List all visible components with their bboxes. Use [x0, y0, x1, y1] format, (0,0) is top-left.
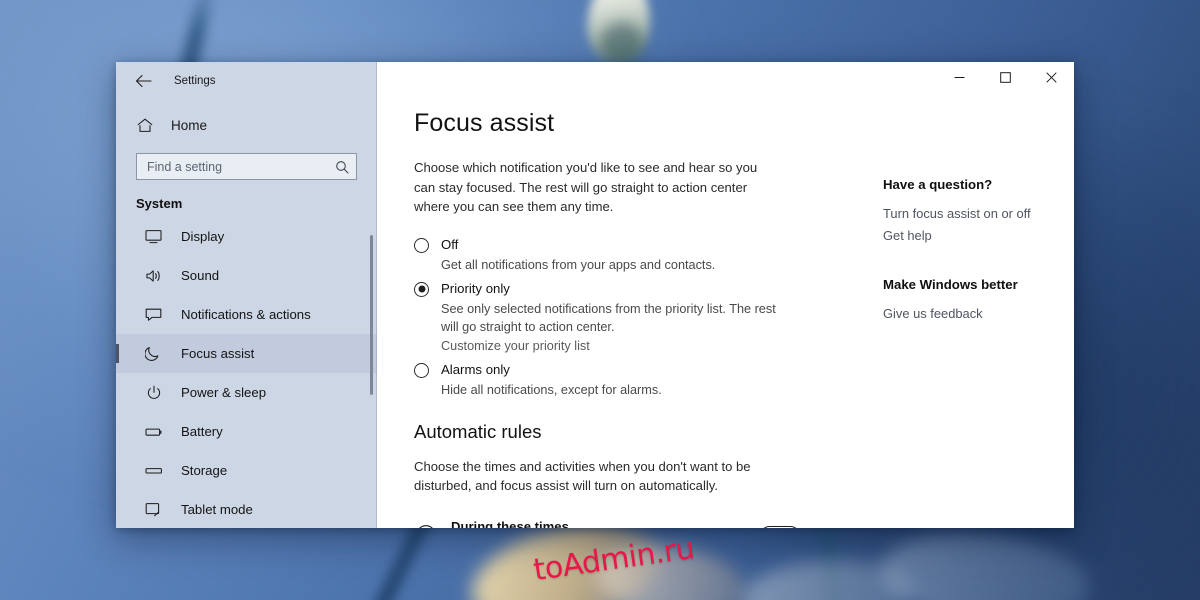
- radio-option-alarms-only[interactable]: Alarms only Hide all notifications, exce…: [414, 361, 847, 399]
- sidebar-item-label: Power & sleep: [181, 385, 267, 400]
- radio-option-priority-only[interactable]: Priority only See only selected notifica…: [414, 280, 847, 355]
- storage-icon: [144, 461, 163, 480]
- radio-description: Hide all notifications, except for alarm…: [441, 382, 662, 397]
- window-title: Settings: [174, 75, 216, 87]
- sidebar-group-title: System: [136, 196, 183, 211]
- settings-window: Settings Home Find a setting System Disp…: [116, 62, 1074, 528]
- speaker-icon: [144, 266, 163, 285]
- radio-description: See only selected notifications from the…: [441, 301, 776, 334]
- sidebar-item-tablet-mode[interactable]: Tablet mode: [116, 490, 377, 528]
- clock-icon: [414, 524, 437, 528]
- sidebar-item-label: Storage: [181, 463, 228, 478]
- sidebar-item-sound[interactable]: Sound: [116, 256, 377, 295]
- radio-indicator: [414, 237, 429, 253]
- power-icon: [144, 383, 163, 402]
- back-arrow-icon[interactable]: [134, 72, 152, 90]
- help-link-get-help[interactable]: Get help: [883, 225, 1074, 247]
- main-pane: Focus assist Choose which notification y…: [377, 62, 1074, 528]
- maximize-button[interactable]: [982, 62, 1028, 93]
- help-link-give-feedback[interactable]: Give us feedback: [883, 303, 1074, 325]
- customize-priority-list-link[interactable]: Customize your priority list: [441, 337, 590, 355]
- radio-indicator: [414, 281, 429, 297]
- window-controls: [377, 62, 1074, 100]
- sidebar-nav: Display Sound Notifications & actions Fo…: [116, 217, 377, 528]
- sidebar-scrollbar[interactable]: [370, 235, 373, 395]
- close-button[interactable]: [1028, 62, 1074, 93]
- radio-label: Priority only: [441, 280, 510, 296]
- help-better-heading: Make Windows better: [883, 277, 1018, 292]
- sidebar-item-notifications-actions[interactable]: Notifications & actions: [116, 295, 377, 334]
- help-question-heading: Have a question?: [883, 177, 993, 192]
- window-titlebar-left: Settings: [116, 62, 377, 100]
- help-link-turn-focus-assist[interactable]: Turn focus assist on or off: [883, 203, 1074, 225]
- sidebar-item-label: Tablet mode: [181, 502, 253, 517]
- wallpaper-flower-shade: [600, 22, 644, 66]
- toggle-state-label: Off: [812, 528, 829, 529]
- radio-label: Off: [441, 236, 459, 252]
- radio-label: Alarms only: [441, 361, 510, 377]
- main-content: Focus assist Choose which notification y…: [377, 100, 1074, 528]
- notification-icon: [144, 305, 163, 324]
- page-description: Choose which notification you'd like to …: [414, 160, 758, 214]
- rule-title: During these times: [451, 518, 569, 529]
- sidebar-item-storage[interactable]: Storage: [116, 451, 377, 490]
- automatic-rules-description: Choose the times and activities when you…: [414, 458, 751, 494]
- sidebar-item-battery[interactable]: Battery: [116, 412, 377, 451]
- sidebar-item-label: Focus assist: [181, 346, 255, 361]
- moon-icon: [144, 344, 163, 363]
- sidebar-item-focus-assist[interactable]: Focus assist: [116, 334, 377, 373]
- tablet-icon: [144, 500, 163, 519]
- page-title: Focus assist: [414, 109, 555, 137]
- sidebar-item-label: Notifications & actions: [181, 307, 311, 322]
- sidebar-home-label: Home: [171, 117, 208, 133]
- sidebar-item-label: Battery: [181, 424, 223, 439]
- rule-row-during-these-times[interactable]: During these times 10:00 PM - 7:00 AM; P…: [414, 518, 847, 529]
- radio-option-off[interactable]: Off Get all notifications from your apps…: [414, 236, 847, 274]
- monitor-icon: [144, 227, 163, 246]
- help-panel: Have a question? Turn focus assist on or…: [847, 100, 1074, 528]
- minimize-button[interactable]: [936, 62, 982, 93]
- search-box[interactable]: [136, 153, 357, 180]
- battery-icon: [144, 422, 163, 441]
- automatic-rules-title: Automatic rules: [414, 420, 542, 442]
- search-icon[interactable]: [334, 159, 349, 174]
- radio-description: Get all notifications from your apps and…: [441, 257, 716, 272]
- help-spacer: [883, 247, 1074, 277]
- sidebar-item-label: Sound: [181, 268, 220, 283]
- sidebar-item-home[interactable]: Home: [116, 108, 377, 142]
- rule-toggle-switch[interactable]: [759, 525, 800, 528]
- focus-level-radio-group: Off Get all notifications from your apps…: [414, 236, 847, 399]
- radio-indicator: [414, 362, 429, 378]
- sidebar: Settings Home Find a setting System Disp…: [116, 62, 377, 528]
- home-icon: [136, 117, 153, 134]
- sidebar-item-display[interactable]: Display: [116, 217, 377, 256]
- sidebar-item-power-sleep[interactable]: Power & sleep: [116, 373, 377, 412]
- desktop-wallpaper: Settings Home Find a setting System Disp…: [0, 0, 1200, 600]
- sidebar-item-label: Display: [181, 229, 225, 244]
- search-input[interactable]: [147, 159, 334, 174]
- settings-column: Focus assist Choose which notification y…: [377, 100, 847, 528]
